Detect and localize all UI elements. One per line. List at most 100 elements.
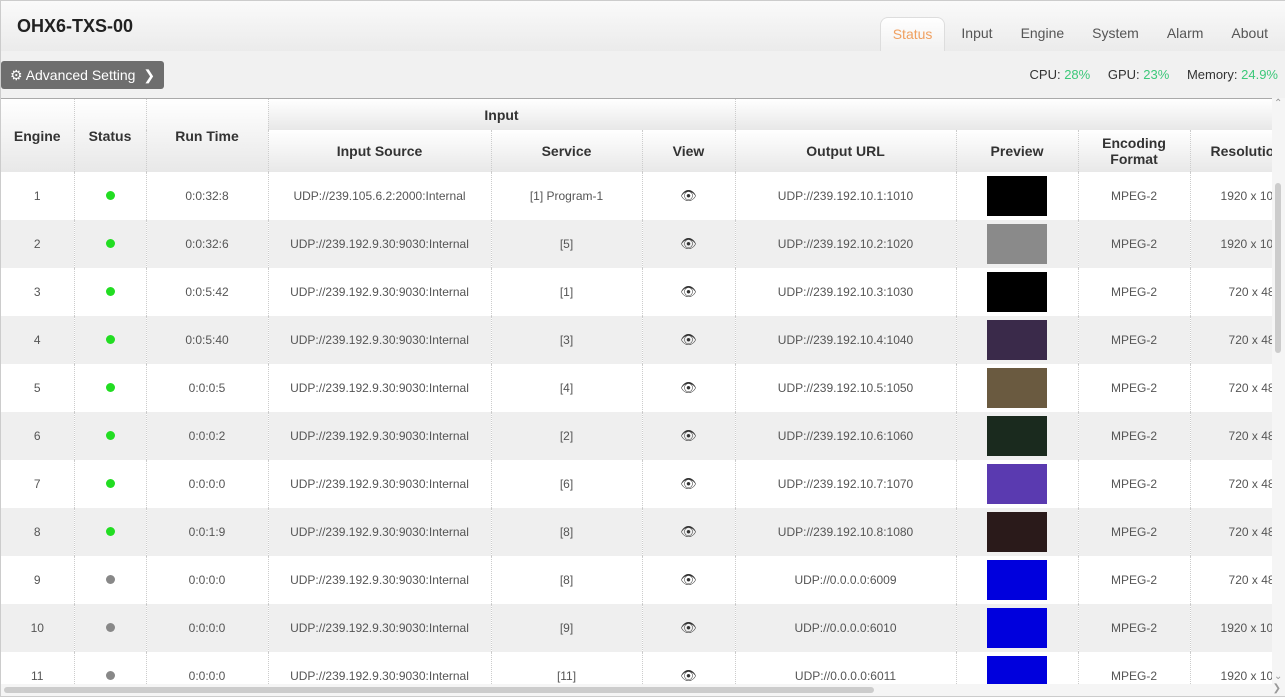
run-time: 0:0:32:6	[145, 220, 268, 268]
eye-icon[interactable]: 👁	[680, 332, 697, 347]
encoding-format: MPEG-2	[1077, 412, 1191, 460]
status-indicator	[73, 604, 146, 652]
table-row: 4 0:0:5:40 UDP://239.192.9.30:9030:Interna…	[1, 316, 1272, 364]
status-dot-icon	[105, 335, 115, 344]
header-status: Status	[73, 99, 146, 172]
tab-engine[interactable]: Engine	[1009, 17, 1077, 51]
preview-cell	[955, 556, 1079, 604]
preview-thumbnail[interactable]	[987, 656, 1048, 684]
horizontal-scroll-thumb[interactable]	[4, 687, 874, 693]
eye-icon[interactable]: 👁	[680, 572, 697, 587]
table-row: 1 0:0:32:8 UDP://239.105.6.2:2000:Internal…	[1, 172, 1272, 220]
engine-number: 10	[1, 604, 74, 652]
encoding-format: MPEG-2	[1077, 556, 1191, 604]
engine-number: 1	[33, 189, 41, 203]
tab-system[interactable]: System	[1080, 17, 1151, 51]
preview-cell	[955, 316, 1079, 364]
preview-thumbnail[interactable]	[987, 176, 1048, 216]
preview-thumbnail[interactable]	[987, 416, 1048, 456]
input-source: UDP://239.192.9.30:9030:Internal	[267, 652, 491, 684]
engine-number: 6	[1, 412, 74, 460]
status-indicator	[73, 364, 146, 412]
output-url: UDP://0.0.0.0:6010	[734, 604, 957, 652]
output-url: UDP://239.192.10.6:1060	[734, 412, 957, 460]
vertical-scroll-thumb[interactable]	[1275, 183, 1281, 353]
header-view: View	[641, 130, 736, 172]
preview-thumbnail[interactable]	[987, 224, 1048, 264]
table-row: 2 0:0:32:6 UDP://239.192.9.30:9030:Interna…	[1, 220, 1272, 268]
resolution: 720 x 480	[1189, 508, 1272, 556]
preview-thumbnail[interactable]	[987, 512, 1048, 552]
advanced-setting-button[interactable]: ⚙ Advanced Setting ❯	[1, 61, 164, 89]
output-url: UDP://0.0.0.0:6009	[734, 556, 957, 604]
eye-icon[interactable]: 👁	[680, 188, 697, 203]
header-encoding: Encoding Format	[1077, 130, 1191, 172]
table-row: 5 0:0:0:5 UDP://239.192.9.30:9030:Internal…	[1, 364, 1272, 412]
preview-thumbnail[interactable]	[987, 464, 1048, 504]
table-row: 11 0:0:0:0 UDP://239.192.9.30:9030:Interna…	[1, 652, 1272, 684]
encoding-format: MPEG-2	[1077, 316, 1191, 364]
eye-icon[interactable]: 👁	[680, 668, 697, 683]
service: [6]	[490, 460, 642, 508]
status-dot-icon	[105, 623, 115, 632]
run-time: 0:0:0:0	[145, 652, 268, 684]
encoding-format: MPEG-2	[1077, 172, 1191, 220]
status-indicator	[73, 268, 146, 316]
table-row: 10 0:0:0:0 UDP://239.192.9.30:9030:Interna…	[1, 604, 1272, 652]
status-indicator	[73, 508, 146, 556]
preview-thumbnail[interactable]	[987, 320, 1048, 360]
status-dot-icon	[105, 575, 115, 584]
resolution: 720 x 480	[1189, 268, 1272, 316]
advanced-setting-label: Advanced Setting	[25, 67, 136, 83]
run-time: 0:0:32:8	[145, 172, 268, 220]
engine-number: 8	[1, 508, 74, 556]
output-url: UDP://239.192.10.4:1040	[734, 316, 957, 364]
status-indicator	[73, 172, 146, 220]
output-url: UDP://239.192.10.7:1070	[734, 460, 957, 508]
resolution: 720 x 480	[1189, 460, 1272, 508]
preview-cell	[955, 412, 1079, 460]
preview-thumbnail[interactable]	[987, 272, 1048, 312]
input-source: UDP://239.192.9.30:9030:Internal	[267, 604, 491, 652]
resolution: 720 x 480	[1189, 364, 1272, 412]
memory-label: Memory:	[1186, 67, 1238, 82]
service: [8]	[490, 556, 642, 604]
status-dot-icon	[105, 383, 115, 392]
eye-icon[interactable]: 👁	[680, 620, 697, 635]
eye-icon[interactable]: 👁	[680, 428, 697, 443]
view-cell: 👁	[641, 508, 736, 556]
tab-about[interactable]: About	[1219, 17, 1280, 51]
run-time: 0:0:0:2	[145, 412, 268, 460]
input-source: UDP://239.192.9.30:9030:Internal	[267, 556, 491, 604]
encoding-format: MPEG-2	[1077, 364, 1191, 412]
eye-icon[interactable]: 👁	[680, 284, 697, 299]
table-row: 6 0:0:0:2 UDP://239.192.9.30:9030:Internal…	[1, 412, 1272, 460]
encoding-format: MPEG-2	[1077, 604, 1191, 652]
header-output-url: Output URL	[734, 130, 957, 172]
preview-cell	[955, 364, 1079, 412]
preview-thumbnail[interactable]	[987, 368, 1048, 408]
nav-tabs: Status Input Engine System Alarm About	[876, 17, 1280, 51]
output-url: UDP://239.192.10.1:1010	[734, 172, 957, 220]
eye-icon[interactable]: 👁	[680, 236, 697, 251]
preview-thumbnail[interactable]	[987, 608, 1048, 648]
run-time: 0:0:0:5	[145, 364, 268, 412]
eye-icon[interactable]: 👁	[680, 476, 697, 491]
tab-input[interactable]: Input	[949, 17, 1004, 51]
eye-icon[interactable]: 👁	[680, 380, 697, 395]
vertical-scrollbar[interactable]: ⌃ ⌄	[1272, 98, 1285, 684]
encoding-format: MPEG-2	[1077, 220, 1191, 268]
run-time: 0:0:0:0	[145, 556, 268, 604]
eye-icon[interactable]: 👁	[680, 524, 697, 539]
horizontal-scrollbar[interactable]: ❯	[1, 683, 1285, 696]
header-service: Service	[490, 130, 642, 172]
view-cell: 👁	[641, 460, 736, 508]
run-time: 0:0:1:9	[145, 508, 268, 556]
input-source: UDP://239.192.9.30:9030:Internal	[267, 412, 491, 460]
preview-thumbnail[interactable]	[987, 560, 1048, 600]
cpu-value: 28%	[1064, 67, 1091, 82]
cpu-label: CPU:	[1029, 67, 1061, 82]
tab-status[interactable]: Status	[879, 17, 946, 51]
header: OHX6-TXS-00 Status Input Engine System A…	[1, 1, 1285, 51]
tab-alarm[interactable]: Alarm	[1155, 17, 1216, 51]
